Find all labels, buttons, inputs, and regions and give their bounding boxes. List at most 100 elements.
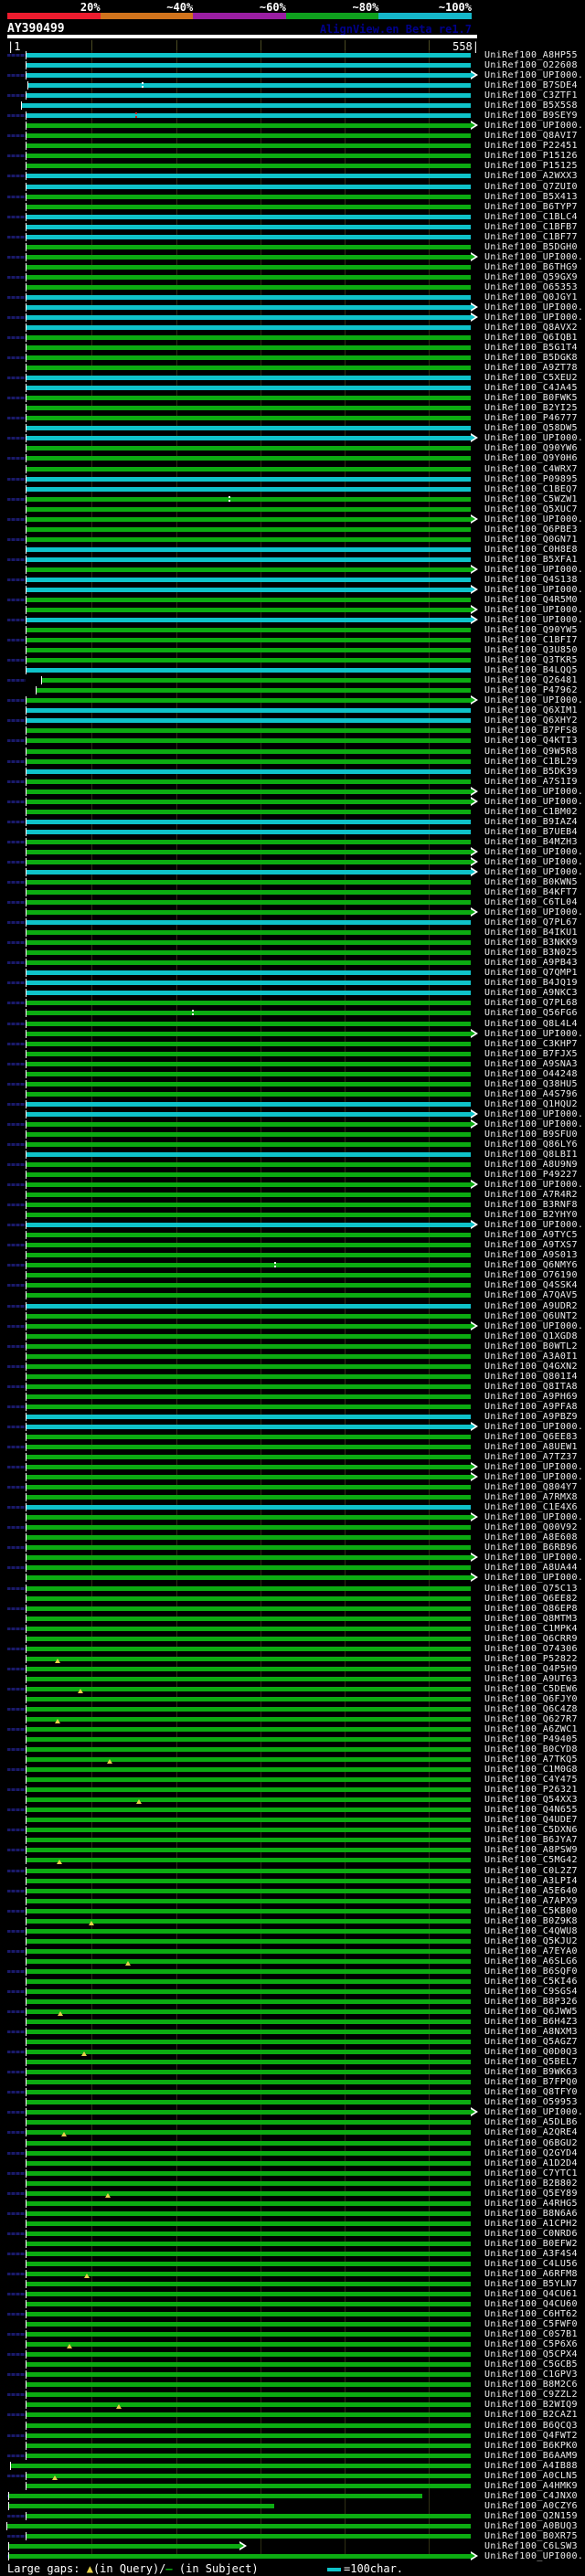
alignment-bar[interactable] [27,567,471,572]
hit-row[interactable]: UniRef100_B0EFW2 [0,2239,585,2249]
hit-accession-link[interactable]: UniRef100_Q7QMP1 [484,968,578,978]
hit-accession-link[interactable]: UniRef100_UPI000.. [484,695,585,705]
hit-accession-link[interactable]: UniRef100_A0CZY6 [484,2501,578,2511]
hit-row[interactable]: UniRef100_B7SDE4 [0,80,585,90]
alignment-bar[interactable] [27,1938,471,1944]
hit-accession-link[interactable]: UniRef100_A8NXM3 [484,2027,578,2037]
hit-accession-link[interactable]: UniRef100_B9WK63 [484,2067,578,2077]
hit-row[interactable]: UniRef100_Q38HU5 [0,1079,585,1089]
hit-accession-link[interactable]: UniRef100_A7S1I9 [484,777,578,787]
hit-row[interactable]: UniRef100_B8N6A6 [0,2209,585,2219]
alignment-bar[interactable] [27,244,471,249]
alignment-bar[interactable] [27,1293,471,1299]
hit-accession-link[interactable]: UniRef100_B7PFS8 [484,726,578,736]
hit-row[interactable]: UniRef100_C1BM02 [0,807,585,817]
hit-accession-link[interactable]: UniRef100_UPI000.. [484,1180,585,1190]
alignment-bar[interactable] [27,214,471,219]
hit-row[interactable]: UniRef100_Q8AVX2 [0,323,585,333]
hit-accession-link[interactable]: UniRef100_B4LQQ5 [484,665,578,675]
alignment-bar[interactable] [27,2251,471,2256]
hit-row[interactable]: UniRef100_Q4SSK4 [0,1280,585,1290]
alignment-bar[interactable] [27,1595,471,1601]
hit-row[interactable]: UniRef100_C5XEU2 [0,373,585,383]
hit-row[interactable]: UniRef100_UPI000.. [0,846,585,857]
hit-accession-link[interactable]: UniRef100_B5DGK8 [484,353,578,363]
hit-accession-link[interactable]: UniRef100_C9ZZL2 [484,2390,578,2400]
hit-row[interactable]: UniRef100_B5DGK8 [0,353,585,363]
alignment-bar[interactable] [27,426,471,431]
hit-row[interactable]: UniRef100_A4RHG5 [0,2199,585,2209]
hit-accession-link[interactable]: UniRef100_C5GCB5 [484,2359,578,2369]
alignment-bar[interactable] [27,1565,471,1571]
hit-row[interactable]: UniRef100_C1GPV3 [0,2369,585,2380]
hit-row[interactable]: UniRef100_Q6C4Z8 [0,1704,585,1714]
hit-row[interactable]: UniRef100_B0FWK5 [0,393,585,403]
hit-accession-link[interactable]: UniRef100_B2WIQ9 [484,2400,578,2410]
alignment-bar[interactable] [27,1333,471,1339]
alignment-bar[interactable] [27,386,471,391]
hit-accession-link[interactable]: UniRef100_O59953 [484,2097,578,2107]
alignment-bar[interactable] [27,133,471,139]
hit-row[interactable]: UniRef100_Q801I4 [0,1372,585,1382]
hit-accession-link[interactable]: UniRef100_Q58DW5 [484,423,578,433]
hit-row[interactable]: UniRef100_B5G1T4 [0,343,585,353]
alignment-bar[interactable] [27,436,471,441]
hit-accession-link[interactable]: UniRef100_Q4CU61 [484,2289,578,2299]
hit-accession-link[interactable]: UniRef100_Q6XHY2 [484,716,578,726]
alignment-bar[interactable] [27,1505,471,1511]
hit-row[interactable]: UniRef100_Q56FG6 [0,1008,585,1018]
alignment-bar[interactable] [27,2190,471,2196]
hit-accession-link[interactable]: UniRef100_A4HMK9 [484,2481,578,2491]
hit-row[interactable]: UniRef100_A4S796 [0,1089,585,1099]
alignment-bar[interactable] [27,274,471,280]
hit-row[interactable]: UniRef100_B9SFU0 [0,1129,585,1140]
alignment-bar[interactable] [8,2553,471,2559]
alignment-bar[interactable] [27,2412,471,2418]
hit-row[interactable]: UniRef100_C1BFB7 [0,222,585,232]
hit-row[interactable]: UniRef100_B6TYP7 [0,202,585,212]
hit-accession-link[interactable]: UniRef100_B0XR75 [484,2531,578,2541]
hit-accession-link[interactable]: UniRef100_Q6JWW5 [484,2007,578,2017]
alignment-bar[interactable] [27,466,471,472]
hit-accession-link[interactable]: UniRef100_C4QWU8 [484,1926,578,1936]
alignment-bar[interactable] [27,1848,471,1853]
hit-row[interactable]: UniRef100_UPI000.. [0,866,585,877]
hit-row[interactable]: UniRef100_B0Z9K8 [0,1916,585,1926]
hit-accession-link[interactable]: UniRef100_UPI000.. [484,1512,585,1522]
hit-row[interactable]: UniRef100_C6HT62 [0,2309,585,2319]
hit-accession-link[interactable]: UniRef100_UPI000.. [484,605,585,615]
hit-accession-link[interactable]: UniRef100_O74306 [484,1644,578,1654]
alignment-bar[interactable] [27,2302,471,2306]
hit-row[interactable]: UniRef100_Q4P5H9 [0,1664,585,1674]
hit-accession-link[interactable]: UniRef100_Q38HU5 [484,1079,578,1089]
hit-row[interactable]: UniRef100_B2YI25 [0,403,585,413]
hit-accession-link[interactable]: UniRef100_C5MG42 [484,1855,578,1865]
alignment-bar[interactable] [27,1213,471,1218]
hit-row[interactable]: UniRef100_A3LPI4 [0,1876,585,1886]
alignment-bar[interactable] [27,2050,471,2055]
hit-accession-link[interactable]: UniRef100_UPI000.. [484,867,585,877]
alignment-bar[interactable] [27,970,471,976]
hit-row[interactable]: UniRef100_O65353 [0,282,585,292]
hit-accession-link[interactable]: UniRef100_A5E640 [484,1886,578,1896]
hit-accession-link[interactable]: UniRef100_C5DEW6 [484,1684,578,1694]
alignment-bar[interactable] [27,2241,471,2246]
hit-accession-link[interactable]: UniRef100_C5P6X6 [484,2339,578,2349]
alignment-bar[interactable] [27,1868,471,1873]
hit-row[interactable]: UniRef100_C1BF77 [0,232,585,242]
hit-row[interactable]: UniRef100_O76190 [0,1270,585,1280]
alignment-bar[interactable] [27,628,471,633]
hit-accession-link[interactable]: UniRef100_Q7ZUI0 [484,182,578,192]
alignment-bar[interactable] [27,748,471,754]
hit-row[interactable]: UniRef100_B6KPK0 [0,2441,585,2451]
hit-accession-link[interactable]: UniRef100_UPI000.. [484,1462,585,1472]
hit-accession-link[interactable]: UniRef100_A8UA44 [484,1563,578,1573]
alignment-bar[interactable] [27,2040,471,2045]
hit-accession-link[interactable]: UniRef100_UPI000.. [484,1109,585,1119]
hit-row[interactable]: UniRef100_B4IKU1 [0,928,585,938]
hit-accession-link[interactable]: UniRef100_UPI000.. [484,2107,585,2117]
hit-accession-link[interactable]: UniRef100_Q4P5H9 [484,1664,578,1674]
hit-accession-link[interactable]: UniRef100_Q0D0Q3 [484,2047,578,2057]
hit-row[interactable]: UniRef100_A6ZWC1 [0,1724,585,1734]
hit-accession-link[interactable]: UniRef100_Q5EY89 [484,2189,578,2199]
